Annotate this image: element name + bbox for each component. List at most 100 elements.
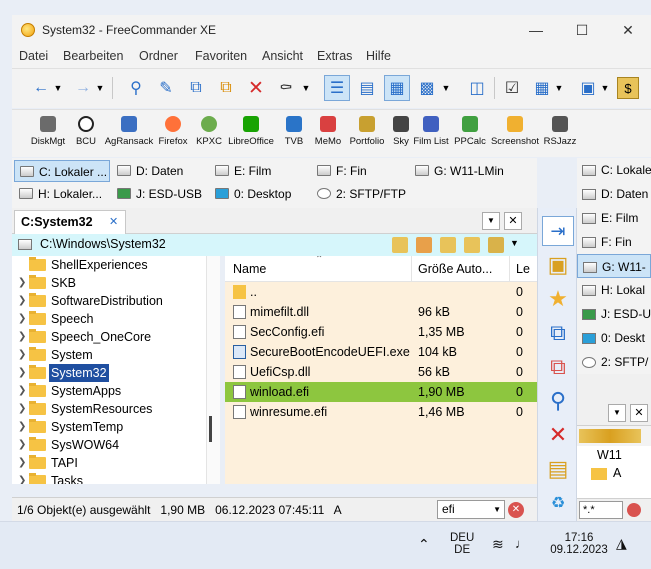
copy-to-right-icon[interactable]: ⇥ <box>542 216 574 246</box>
menu-datei[interactable]: Datei <box>19 49 48 63</box>
expand-icon[interactable]: ❯ <box>18 472 26 484</box>
forward-dropdown-icon[interactable]: ▼ <box>94 75 106 101</box>
file-row-selected[interactable]: winload.efi 1,90 MB 0 <box>225 382 537 402</box>
search-icon[interactable]: ⚲ <box>542 386 574 416</box>
tab-list-dropdown-icon[interactable]: ▼ <box>482 212 500 230</box>
drive-c[interactable]: C: Lokaler ... <box>14 160 110 182</box>
notification-bell-icon[interactable]: ◮ <box>616 535 627 552</box>
expand-icon[interactable]: ❯ <box>18 454 26 472</box>
menu-ansicht[interactable]: Ansicht <box>262 49 303 63</box>
tool-screenshot[interactable]: Screenshot <box>490 116 540 147</box>
expand-icon[interactable]: ❯ <box>18 364 26 382</box>
right-tab-dropdown-icon[interactable]: ▼ <box>608 404 626 422</box>
tab-system32[interactable]: C:System32 ✕ <box>14 210 126 234</box>
tree-item[interactable]: ❯ System <box>12 346 202 364</box>
layout-dropdown-icon[interactable]: ▼ <box>553 75 565 101</box>
favorite-star-icon[interactable]: ★ <box>542 284 574 314</box>
tree-item[interactable]: ShellExperiences <box>12 256 202 274</box>
tool-portfolio[interactable]: Portfolio <box>347 116 387 147</box>
expand-icon[interactable]: ❯ <box>18 418 26 436</box>
file-row[interactable]: SecConfig.efi 1,35 MB 0 <box>225 322 537 342</box>
right-tab-label[interactable]: W11 <box>597 448 622 462</box>
right-list-item[interactable]: A <box>613 466 621 480</box>
language-indicator[interactable]: DEU DE <box>450 532 474 556</box>
expand-icon[interactable]: ❯ <box>18 328 26 346</box>
close-button[interactable]: ✕ <box>605 15 651 46</box>
expand-icon[interactable]: ❯ <box>18 400 26 418</box>
column-date[interactable]: Le <box>516 262 530 276</box>
copy-icon[interactable]: ⧉ <box>183 75 209 101</box>
tool-libreoffice[interactable]: LibreOffice <box>226 116 276 147</box>
tree-item[interactable]: ❯ SystemTemp <box>12 418 202 436</box>
move-files-icon[interactable]: ⧉ <box>542 352 574 382</box>
menu-extras[interactable]: Extras <box>317 49 352 63</box>
expand-icon[interactable]: ❯ <box>18 274 26 292</box>
tool-rsjazz[interactable]: RSJazz <box>541 116 579 147</box>
menu-ordner[interactable]: Ordner <box>139 49 178 63</box>
tool-memo[interactable]: MeMo <box>311 116 345 147</box>
dollar-icon[interactable]: $ <box>617 77 639 99</box>
filter-icon[interactable]: ▩ <box>414 75 440 101</box>
menu-favoriten[interactable]: Favoriten <box>195 49 247 63</box>
tool-film-list[interactable]: Film List <box>412 116 450 147</box>
right-drive-c[interactable]: C: Lokaler <box>577 158 651 182</box>
tree-item[interactable]: ❯ SoftwareDistribution <box>12 292 202 310</box>
path-dropdown-icon[interactable]: ▼ <box>510 238 519 248</box>
filter-clear-icon[interactable]: ✕ <box>508 502 524 518</box>
file-row[interactable]: SecureBootEncodeUEFI.exe 104 kB 0 <box>225 342 537 362</box>
clock[interactable]: 17:16 09.12.2023 <box>548 532 610 556</box>
delete-icon[interactable]: ✕ <box>542 420 574 450</box>
search-icon[interactable]: ⚲ <box>123 75 149 101</box>
binoculars-icon[interactable]: ⚰ <box>273 75 299 101</box>
back-dropdown-icon[interactable]: ▼ <box>52 75 64 101</box>
file-row[interactable]: UefiCsp.dll 56 kB 0 <box>225 362 537 382</box>
drive-desktop[interactable]: 0: Desktop <box>210 183 306 205</box>
drive-sftp[interactable]: 2: SFTP/FTP <box>312 183 422 205</box>
tree-item[interactable]: ❯ Speech_OneCore <box>12 328 202 346</box>
maximize-button[interactable]: ☐ <box>559 15 605 46</box>
path-bar[interactable]: C:\Windows\System32 ▼ <box>12 234 537 256</box>
right-drive-g[interactable]: G: W11- <box>577 254 651 278</box>
drive-j[interactable]: J: ESD-USB <box>112 183 208 205</box>
right-drive-d[interactable]: D: Daten <box>577 182 651 206</box>
drive-h[interactable]: H: Lokaler... <box>14 183 110 205</box>
history-icon[interactable] <box>392 237 408 253</box>
file-row-parent[interactable]: .. 0 <box>225 282 537 302</box>
tree-item[interactable]: ❯ SystemApps <box>12 382 202 400</box>
drive-d[interactable]: D: Daten <box>112 160 208 182</box>
column-size[interactable]: Größe Auto... <box>418 262 492 276</box>
right-path-bar[interactable] <box>577 426 651 446</box>
tree-item[interactable]: ❯ SKB <box>12 274 202 292</box>
menu-hilfe[interactable]: Hilfe <box>366 49 391 63</box>
expand-icon[interactable]: ❯ <box>18 382 26 400</box>
tool-agransack[interactable]: AgRansack <box>104 116 154 147</box>
move-icon[interactable]: ⧉ <box>213 75 239 101</box>
back-icon[interactable]: ← <box>28 75 54 101</box>
root-folder-icon[interactable] <box>464 237 480 253</box>
drive-e[interactable]: E: Film <box>210 160 306 182</box>
tab-close-icon[interactable]: ✕ <box>109 211 118 233</box>
tool-ppcalc[interactable]: PPCalc <box>452 116 488 147</box>
recycle-bin-icon[interactable]: ♻ <box>542 488 574 518</box>
right-filter-input[interactable]: *.* <box>579 501 623 519</box>
column-name[interactable]: Name <box>233 262 266 276</box>
tree-item[interactable]: ❯ Speech <box>12 310 202 328</box>
panel-dropdown-icon[interactable]: ▼ <box>599 75 611 101</box>
tool-firefox[interactable]: Firefox <box>155 116 191 147</box>
edit-icon[interactable]: ✎ <box>153 75 179 101</box>
volume-icon[interactable]: ♩ <box>515 536 528 551</box>
compare-folders-icon[interactable]: ▣ <box>542 250 574 280</box>
file-list-empty-area[interactable] <box>225 422 537 484</box>
expand-icon[interactable]: ❯ <box>18 292 26 310</box>
forward-icon[interactable]: → <box>70 75 96 101</box>
tool-sky[interactable]: Sky <box>390 116 412 147</box>
copy-files-icon[interactable]: ⧉ <box>542 318 574 348</box>
view-details-icon[interactable]: ☰ <box>324 75 350 101</box>
binoculars-dropdown-icon[interactable]: ▼ <box>300 75 312 101</box>
tree-item[interactable]: ❯ SysWOW64 <box>12 436 202 454</box>
menu-bearbeiten[interactable]: Bearbeiten <box>63 49 123 63</box>
filter-dropdown-icon[interactable]: ▼ <box>493 501 501 518</box>
right-drive-j[interactable]: J: ESD-U <box>577 302 651 326</box>
folder-up-icon[interactable] <box>440 237 456 253</box>
wifi-icon[interactable]: ≋ <box>492 536 504 553</box>
